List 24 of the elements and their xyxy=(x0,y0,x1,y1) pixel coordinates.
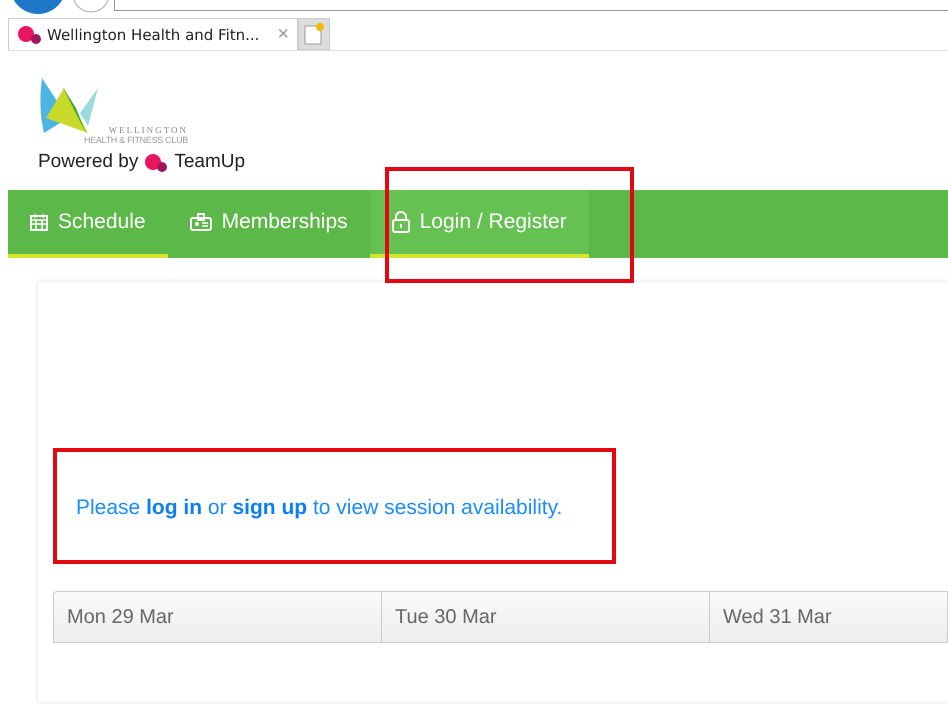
close-tab-button[interactable]: × xyxy=(277,23,289,46)
day-header: Mon 29 Mar xyxy=(54,592,382,643)
log-in-link[interactable]: log in xyxy=(146,496,202,519)
id-badge-icon xyxy=(190,213,212,231)
browser-tab[interactable]: Wellington Health and Fitn... × xyxy=(8,18,298,50)
nav-tab[interactable]: Login / Register xyxy=(370,190,589,258)
teamup-logo-icon xyxy=(144,152,168,172)
reload-button[interactable] xyxy=(72,0,110,14)
new-tab-button[interactable] xyxy=(298,18,330,50)
day-header: Tue 30 Mar xyxy=(382,592,710,643)
day-header: Wed 31 Mar xyxy=(710,592,948,643)
teamup-logo-icon xyxy=(17,26,41,44)
nav-tab[interactable]: Schedule xyxy=(8,190,168,258)
nav-tab[interactable]: Memberships xyxy=(168,190,370,258)
new-tab-icon xyxy=(303,22,325,46)
tab-title: Wellington Health and Fitn... xyxy=(47,26,260,44)
calendar-icon xyxy=(30,213,48,231)
logo-text: HEALTH & FITNESS CLUB xyxy=(84,135,188,145)
sign-up-link[interactable]: sign up xyxy=(232,496,308,519)
login-notice: Please log in or sign up to view session availability. xyxy=(76,496,562,520)
powered-by-text: Powered by xyxy=(38,151,138,173)
logo-text: WELLINGTON xyxy=(108,125,188,135)
lock-icon xyxy=(392,211,410,233)
brand-name: TeamUp xyxy=(174,151,246,173)
